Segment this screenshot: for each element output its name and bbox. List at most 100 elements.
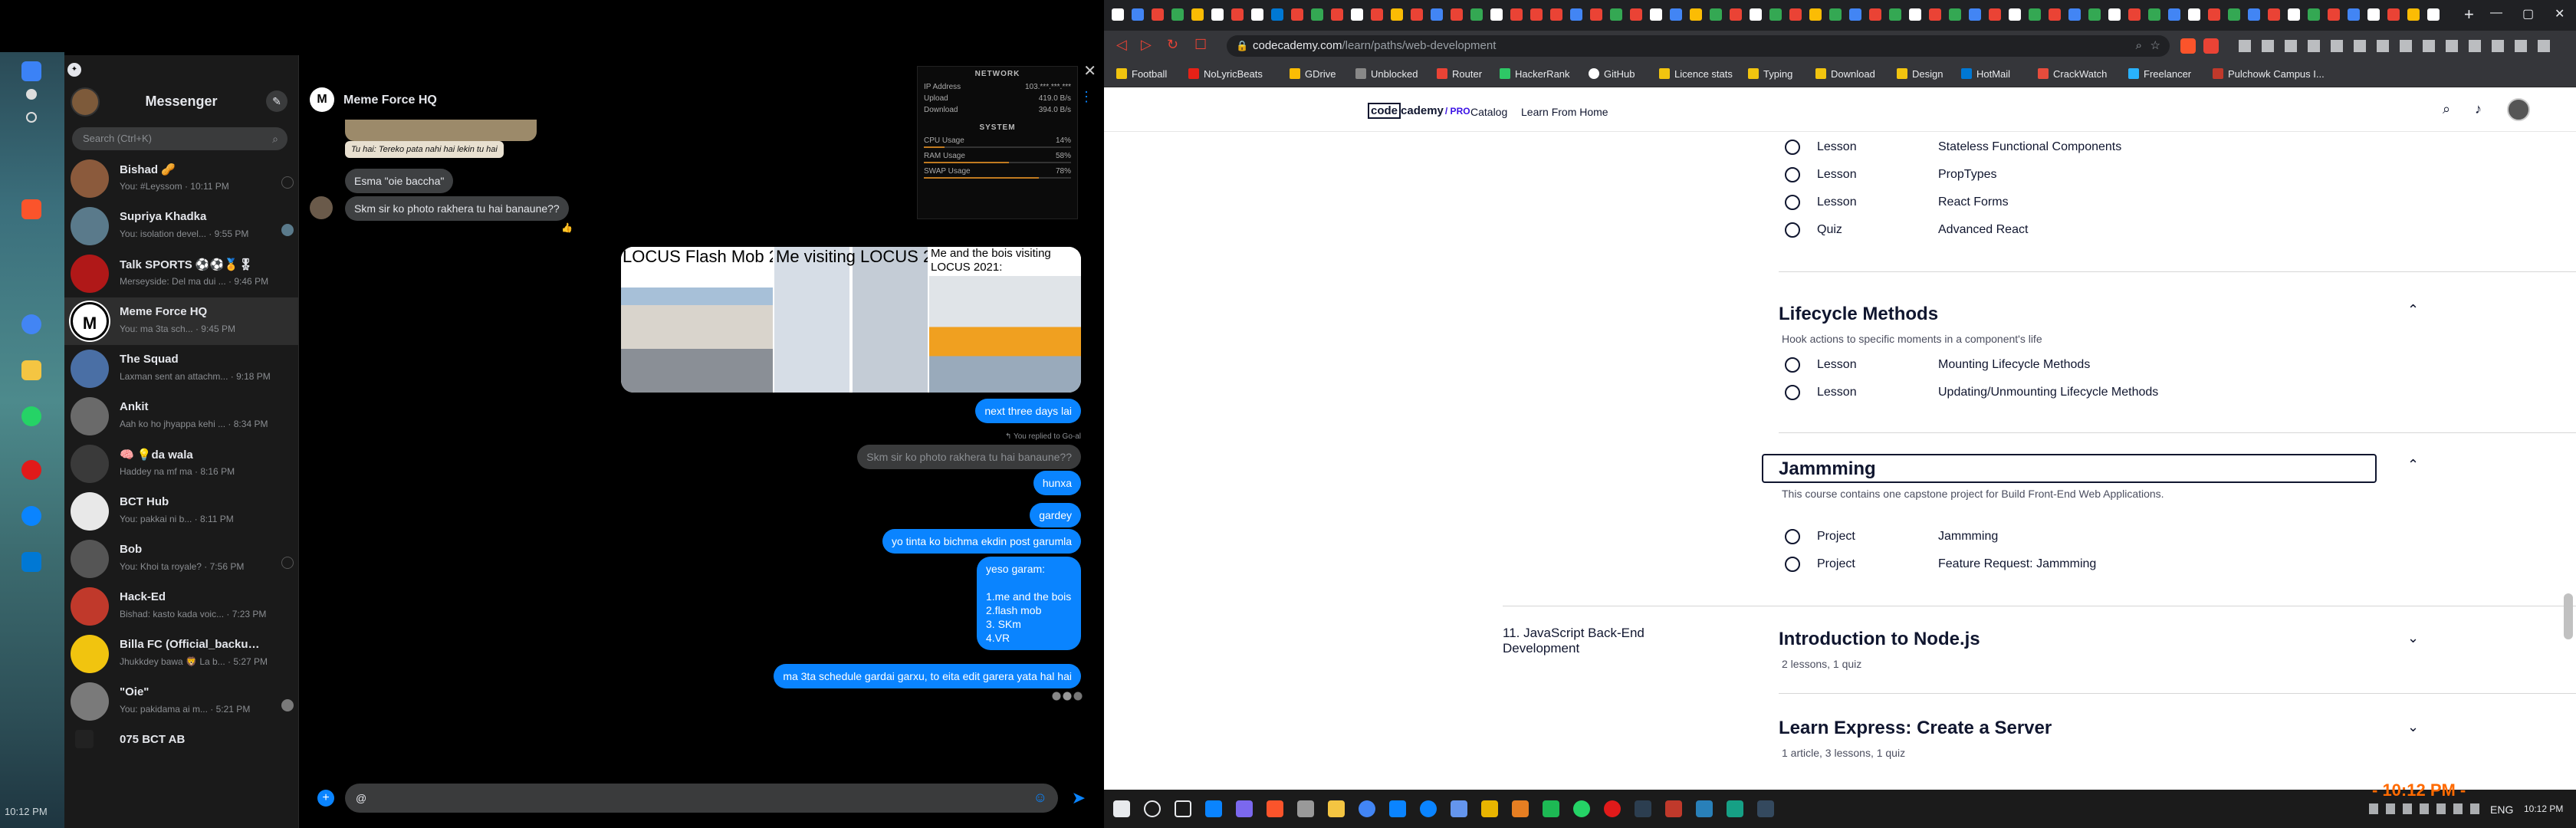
- conversation-item-active[interactable]: M Meme Force HQ You: ma 3ta sch... · 9:4…: [64, 297, 298, 345]
- language-indicator[interactable]: ENG: [2490, 803, 2513, 816]
- codecademy-logo[interactable]: code cademy / PRO: [1368, 103, 1470, 119]
- tab-icon[interactable]: [1451, 8, 1463, 21]
- tab-icon[interactable]: [1211, 8, 1224, 21]
- tab-icon[interactable]: [1411, 8, 1423, 21]
- tab-icon[interactable]: [1331, 8, 1343, 21]
- tab-icon[interactable]: [1670, 8, 1682, 21]
- bookmark-item[interactable]: Unblocked: [1355, 68, 1418, 80]
- tab-icon[interactable]: [1351, 8, 1363, 21]
- chevron-up-icon[interactable]: ⌃: [2407, 457, 2419, 473]
- incoming-message[interactable]: Skm sir ko photo rakhera tu hai banaune?…: [345, 196, 569, 221]
- bookmark-item[interactable]: Licence stats: [1659, 68, 1733, 80]
- conversation-item[interactable]: Ankit Aah ko ho jhyappa kehi ... · 8:34 …: [64, 393, 298, 440]
- tab-icon[interactable]: [1949, 8, 1961, 21]
- tab-icon[interactable]: [2148, 8, 2160, 21]
- conversation-item[interactable]: "Oie" You: pakidama ai m... · 5:21 PM: [64, 678, 298, 725]
- tab-icon[interactable]: [1590, 8, 1602, 21]
- outgoing-message[interactable]: ma 3ta schedule gardai garxu, to eita ed…: [774, 664, 1081, 688]
- tab-icon[interactable]: [1969, 8, 1981, 21]
- address-bar[interactable]: 🔒 codecademy.com/learn/paths/web-develop…: [1227, 35, 2170, 57]
- module-title[interactable]: Lifecycle Methods: [1779, 304, 1938, 325]
- tab-icon[interactable]: [2208, 8, 2220, 21]
- star-icon[interactable]: ☆: [2150, 35, 2160, 57]
- tab-icon[interactable]: [1789, 8, 1802, 21]
- chrome-icon[interactable]: [1359, 800, 1375, 817]
- tab-icon[interactable]: [1690, 8, 1702, 21]
- app-icon[interactable]: [1696, 800, 1713, 817]
- new-tab-icon[interactable]: +: [2464, 5, 2474, 25]
- tab-icon[interactable]: [2427, 8, 2440, 21]
- rewards-icon[interactable]: [2203, 38, 2219, 54]
- tab-icon[interactable]: [1809, 8, 1822, 21]
- edge-icon[interactable]: [1420, 800, 1437, 817]
- bookmark-item[interactable]: Design: [1897, 68, 1943, 80]
- outgoing-message[interactable]: gardey: [1030, 503, 1081, 527]
- tab-icon[interactable]: [1889, 8, 1901, 21]
- task-view-icon[interactable]: [1175, 800, 1191, 817]
- tab-icon[interactable]: [1909, 8, 1921, 21]
- chevron-down-icon[interactable]: ⌄: [2407, 719, 2419, 735]
- outgoing-message[interactable]: next three days lai: [975, 399, 1081, 423]
- outgoing-message[interactable]: yo tinta ko bichma ekdin post garumla: [882, 529, 1081, 554]
- bookmark-item[interactable]: Download: [1815, 68, 1875, 80]
- opera-icon[interactable]: [1604, 800, 1621, 817]
- app-icon[interactable]: [1297, 800, 1314, 817]
- bookmark-icon[interactable]: ☐: [1194, 37, 1207, 53]
- module-title[interactable]: Learn Express: Create a Server: [1779, 718, 2052, 739]
- search-icon[interactable]: ⌕: [2443, 101, 2450, 117]
- tab-icon[interactable]: [2168, 8, 2180, 21]
- tab-icon[interactable]: [1251, 8, 1263, 21]
- message-input[interactable]: @: [345, 784, 1058, 813]
- brave-icon[interactable]: [1267, 800, 1283, 817]
- bookmark-item[interactable]: HackerRank: [1500, 68, 1570, 80]
- conversation-item[interactable]: The Squad Laxman sent an attachm... · 9:…: [64, 345, 298, 393]
- nav-catalog[interactable]: Catalog: [1470, 106, 1507, 118]
- app-icon[interactable]: [1512, 800, 1529, 817]
- chrome-icon[interactable]: [21, 314, 41, 334]
- minimize-icon[interactable]: —: [2490, 6, 2502, 20]
- close-icon[interactable]: ✕: [1083, 61, 1096, 80]
- start-icon[interactable]: [21, 61, 41, 81]
- search-input[interactable]: Search (Ctrl+K) ⌕: [72, 127, 288, 150]
- tab-icon[interactable]: [2308, 8, 2320, 21]
- reload-icon[interactable]: ↻: [1167, 37, 1178, 53]
- module-title[interactable]: Jammming: [1779, 458, 1876, 480]
- bois-image[interactable]: Me and the bois visiting LOCUS 2021:: [929, 247, 1081, 393]
- conversation-item[interactable]: Bob You: Khoi ta royale? · 7:56 PM: [64, 535, 298, 583]
- tab-icon[interactable]: [1191, 8, 1204, 21]
- incoming-message[interactable]: Tu hai: Tereko pata nahi hai lekin tu ha…: [345, 141, 504, 158]
- search-icon[interactable]: [26, 89, 37, 100]
- emoji-icon[interactable]: ☺: [1033, 790, 1047, 806]
- shared-image-collage[interactable]: LOCUS Flash Mob 2021 Me visiting LOCUS 2…: [621, 247, 1081, 393]
- tab-icon[interactable]: [1630, 8, 1642, 21]
- tab-icon[interactable]: [1869, 8, 1881, 21]
- tab-icon[interactable]: [1231, 8, 1244, 21]
- app-icon[interactable]: [1543, 800, 1559, 817]
- tab-icon[interactable]: [1112, 8, 1124, 21]
- tab-icon[interactable]: [1530, 8, 1543, 21]
- tab-icon[interactable]: [1271, 8, 1283, 21]
- start-icon[interactable]: [1113, 800, 1130, 817]
- zoom-icon[interactable]: ⌕: [2136, 35, 2142, 57]
- conversation-item[interactable]: Billa FC (Official_backup_play... Jhukkd…: [64, 630, 298, 678]
- tab-icon[interactable]: [1371, 8, 1383, 21]
- tab-icon[interactable]: [1152, 8, 1164, 21]
- tab-icon[interactable]: [1929, 8, 1941, 21]
- maximize-icon[interactable]: ▢: [2522, 6, 2534, 21]
- tab-icon[interactable]: [2049, 8, 2061, 21]
- forward-icon[interactable]: ▷: [1141, 37, 1152, 53]
- cortana-icon[interactable]: [26, 112, 37, 123]
- app-icon[interactable]: [1205, 800, 1222, 817]
- app-icon[interactable]: [1389, 800, 1406, 817]
- app-icon[interactable]: [1236, 800, 1253, 817]
- more-icon[interactable]: ⋮: [1079, 89, 1093, 104]
- bell-icon[interactable]: ♪: [2475, 101, 2482, 117]
- outgoing-message[interactable]: hunxa: [1033, 471, 1081, 495]
- app-icon[interactable]: [1635, 800, 1651, 817]
- tab-icon[interactable]: [1570, 8, 1582, 21]
- tab-icon[interactable]: [2088, 8, 2101, 21]
- conversation-item[interactable]: Supriya Khadka You: isolation devel... ·…: [64, 202, 298, 250]
- tab-icon[interactable]: [1132, 8, 1144, 21]
- whatsapp-icon[interactable]: [21, 406, 41, 426]
- nav-learn-from-home[interactable]: Learn From Home: [1521, 106, 1608, 118]
